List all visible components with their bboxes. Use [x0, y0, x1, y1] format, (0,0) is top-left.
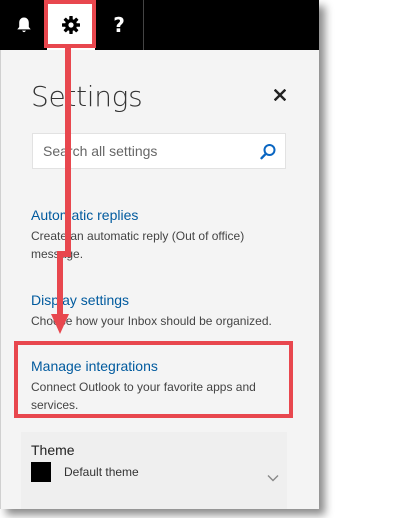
- toolbar-divider: [143, 0, 144, 50]
- theme-value: Default theme: [64, 465, 139, 479]
- manage-integrations-link[interactable]: Manage integrations: [31, 357, 291, 375]
- theme-section: Theme Default theme: [21, 432, 287, 509]
- search-box: [32, 133, 286, 169]
- search-icon[interactable]: [259, 143, 277, 161]
- theme-label: Theme: [31, 442, 75, 458]
- display-settings-description: Choose how your Inbox should be organize…: [31, 314, 272, 328]
- settings-content: Settings Automatic replies Create an aut…: [0, 50, 319, 509]
- automatic-replies-section: Automatic replies Create an automatic re…: [31, 206, 291, 263]
- help-button[interactable]: ?: [95, 0, 143, 50]
- notifications-button[interactable]: [0, 0, 48, 50]
- settings-button[interactable]: [47, 0, 95, 50]
- chevron-down-icon: [267, 475, 279, 482]
- close-button[interactable]: [269, 84, 291, 106]
- display-settings-section: Display settings Choose how your Inbox s…: [31, 291, 291, 330]
- page-title: Settings: [31, 80, 143, 113]
- manage-integrations-description: Connect Outlook to your favorite apps an…: [31, 380, 256, 412]
- automatic-replies-description: Create an automatic reply (Out of office…: [31, 229, 245, 261]
- theme-dropdown[interactable]: Default theme: [31, 462, 281, 498]
- settings-panel: ? Settings Automatic replies Create an a…: [0, 0, 319, 509]
- display-settings-link[interactable]: Display settings: [31, 291, 291, 309]
- automatic-replies-link[interactable]: Automatic replies: [31, 206, 291, 224]
- bell-icon: [17, 17, 31, 33]
- manage-integrations-section: Manage integrations Connect Outlook to y…: [31, 357, 291, 414]
- help-icon: ?: [113, 13, 125, 37]
- top-toolbar: ?: [0, 0, 319, 50]
- search-input[interactable]: [33, 134, 253, 168]
- gear-icon: [62, 16, 80, 34]
- close-icon: [274, 89, 286, 101]
- theme-swatch: [31, 462, 51, 482]
